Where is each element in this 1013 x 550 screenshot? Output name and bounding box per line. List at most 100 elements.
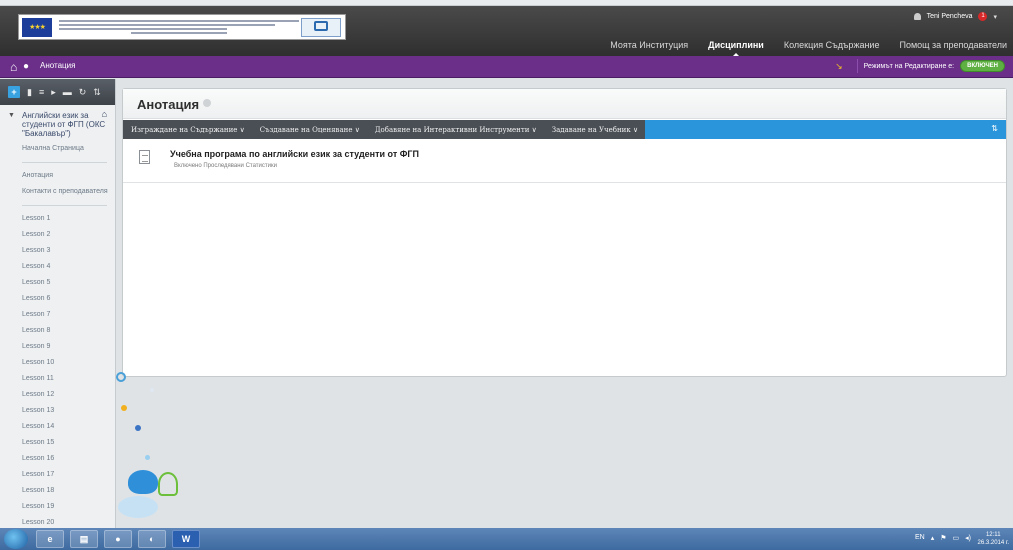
window-icon[interactable]: ▬ — [63, 86, 72, 98]
collapse-icon[interactable]: ▼ — [8, 111, 15, 120]
sidebar-item-lesson[interactable]: Lesson 8 — [0, 323, 115, 339]
content-panel: Анотация Изграждане на Съдържание ∨ Създ… — [122, 88, 1007, 377]
refresh-icon[interactable]: ↻ — [79, 86, 87, 98]
top-nav: Моята Институция Дисциплини Колекция Съд… — [610, 40, 1007, 59]
user-icon — [913, 13, 921, 20]
breadcrumb[interactable]: Анотация — [40, 61, 75, 70]
quick-view-icon[interactable]: ▸ — [51, 86, 56, 98]
sidebar-item-lesson[interactable]: Lesson 16 — [0, 451, 115, 467]
add-interactive-tool-menu[interactable]: Добавяне на Интерактивни Инструменти ∨ — [375, 126, 537, 134]
system-tray: EN ▴ ⚑ ▭ ◂) — [915, 534, 971, 542]
volume-icon[interactable]: ◂) — [965, 534, 971, 542]
sidebar-item-annotation[interactable]: Анотация — [0, 168, 115, 184]
divider — [22, 162, 107, 163]
sidebar-item-lesson[interactable]: Lesson 18 — [0, 483, 115, 499]
content-item-title[interactable]: Учебна програма по английски език за сту… — [170, 149, 419, 159]
course-title-text[interactable]: Английски език за студенти от ФГП (ОКС "… — [22, 111, 105, 138]
sidebar-item-instructor-contacts[interactable]: Контакти с преподавателя — [0, 184, 115, 200]
tab-instructor-help[interactable]: Помощ за преподаватели — [899, 40, 1007, 50]
language-indicator[interactable]: EN — [915, 534, 925, 542]
user-menu[interactable]: Teni Pencheva 1 ▾ — [913, 12, 997, 21]
textbook-menu[interactable]: Задаване на Учебник ∨ — [552, 126, 638, 134]
help-icon[interactable]: ↘ — [835, 61, 843, 72]
word-icon[interactable]: W — [172, 530, 200, 548]
sidebar-item-lesson[interactable]: Lesson 4 — [0, 259, 115, 275]
sidebar-item-home-page[interactable]: Начална Страница — [0, 141, 115, 157]
edit-mode-control: ↘ Режимът на Редактиране е: ВКЛЮЧЕН — [835, 59, 1005, 73]
home-menu-icon[interactable]: ● — [23, 60, 29, 74]
show-hidden-icons-icon[interactable]: ▴ — [931, 534, 935, 542]
bubble-decoration — [128, 470, 158, 494]
sidebar-item-lesson[interactable]: Lesson 13 — [0, 403, 115, 419]
course-title[interactable]: ▼ Английски език за студенти от ФГП (ОКС… — [0, 105, 115, 141]
sidebar-item-lesson[interactable]: Lesson 19 — [0, 499, 115, 515]
banner-fine-print — [59, 18, 299, 36]
sort-icon[interactable]: ⇅ — [93, 86, 101, 98]
sidebar-item-lesson[interactable]: Lesson 7 — [0, 307, 115, 323]
edit-mode-label: Режимът на Редактиране е: — [863, 62, 955, 70]
page-title: Анотация — [137, 97, 200, 112]
action-menu: Изграждане на Съдържание ∨ Създаване на … — [123, 120, 645, 139]
document-icon — [139, 150, 150, 164]
user-name[interactable]: Teni Pencheva — [927, 13, 973, 20]
sidebar-item-lesson[interactable]: Lesson 5 — [0, 275, 115, 291]
tab-my-institution[interactable]: Моята Институция — [610, 40, 688, 50]
media-player-icon[interactable]: ◐ — [138, 530, 166, 548]
internet-explorer-icon[interactable]: e — [36, 530, 64, 548]
reorder-icon[interactable]: ⇅ — [991, 124, 998, 133]
project-banner: ★★★ — [18, 14, 346, 40]
bubble-decoration — [135, 425, 141, 431]
chrome-icon[interactable]: ● — [104, 530, 132, 548]
list-view-icon[interactable]: ≡ — [39, 86, 44, 98]
bubble-decoration — [158, 472, 178, 496]
notification-badge[interactable]: 1 — [978, 12, 988, 21]
clock-time: 12:11 — [985, 532, 1001, 538]
flag-icon[interactable]: ⚑ — [940, 534, 946, 542]
sidebar-item-lesson[interactable]: Lesson 11 — [0, 371, 115, 387]
create-assessment-menu[interactable]: Създаване на Оценяване ∨ — [260, 126, 360, 134]
os-taskbar: e ▤ ● ◐ W EN ▴ ⚑ ▭ ◂) 12:11 26.3.2014 г. — [0, 528, 1013, 550]
eu-flag-logo: ★★★ — [22, 18, 52, 37]
sidebar-item-lesson[interactable]: Lesson 3 — [0, 243, 115, 259]
start-button[interactable] — [4, 529, 28, 549]
content-item: Учебна програма по английски език за сту… — [123, 147, 1006, 183]
action-bar: Изграждане на Съдържание ∨ Създаване на … — [123, 120, 1006, 139]
home-icon[interactable]: ⌂ — [10, 60, 17, 74]
divider — [856, 59, 858, 73]
bubble-decoration — [118, 496, 158, 518]
add-menu-item-icon[interactable]: + — [8, 86, 20, 98]
sidebar-item-lesson[interactable]: Lesson 2 — [0, 227, 115, 243]
edit-mode-toggle[interactable]: ВКЛЮЧЕН — [960, 60, 1005, 72]
tab-courses[interactable]: Дисциплини — [708, 40, 764, 59]
sidebar-item-lesson[interactable]: Lesson 12 — [0, 387, 115, 403]
bubble-decoration — [150, 388, 154, 392]
page-options-icon[interactable] — [203, 99, 211, 107]
tab-content-collection[interactable]: Колекция Съдържание — [784, 40, 880, 50]
program-logo — [301, 18, 341, 37]
sidebar-item-lesson[interactable]: Lesson 6 — [0, 291, 115, 307]
page-header: Анотация — [123, 89, 1006, 119]
network-icon[interactable]: ▭ — [953, 534, 960, 542]
sidebar-item-lesson[interactable]: Lesson 14 — [0, 419, 115, 435]
course-home-icon[interactable]: ⌂ — [102, 110, 107, 119]
bubble-decoration — [145, 455, 150, 460]
sidebar-item-lesson[interactable]: Lesson 15 — [0, 435, 115, 451]
course-bar: ⌂ ● Анотация ↘ Режимът на Редактиране е:… — [0, 56, 1013, 78]
clock[interactable]: 12:11 26.3.2014 г. — [978, 531, 1009, 547]
site-header: ★★★ Teni Pencheva 1 ▾ Моята Институция Д… — [0, 6, 1013, 59]
course-menu-toolbar: + ▮ ≡ ▸ ▬ ↻ ⇅ — [0, 79, 115, 105]
clock-date: 26.3.2014 г. — [977, 540, 1009, 546]
course-menu-sidebar: + ▮ ≡ ▸ ▬ ↻ ⇅ ▼ Английски език за студен… — [0, 79, 116, 528]
sidebar-item-lesson[interactable]: Lesson 17 — [0, 467, 115, 483]
sidebar-item-lesson[interactable]: Lesson 9 — [0, 339, 115, 355]
build-content-menu[interactable]: Изграждане на Съдържание ∨ — [131, 126, 245, 134]
bubble-decoration — [116, 372, 126, 382]
action-bar-fill: ⇅ — [645, 120, 1006, 139]
folder-view-icon[interactable]: ▮ — [27, 86, 32, 98]
file-explorer-icon[interactable]: ▤ — [70, 530, 98, 548]
chevron-down-icon[interactable]: ▾ — [993, 13, 997, 21]
bubble-decoration — [121, 405, 127, 411]
sidebar-item-lesson[interactable]: Lesson 10 — [0, 355, 115, 371]
sidebar-item-lesson[interactable]: Lesson 1 — [0, 211, 115, 227]
content-item-meta: Включено Проследявани Статистики — [174, 163, 277, 169]
